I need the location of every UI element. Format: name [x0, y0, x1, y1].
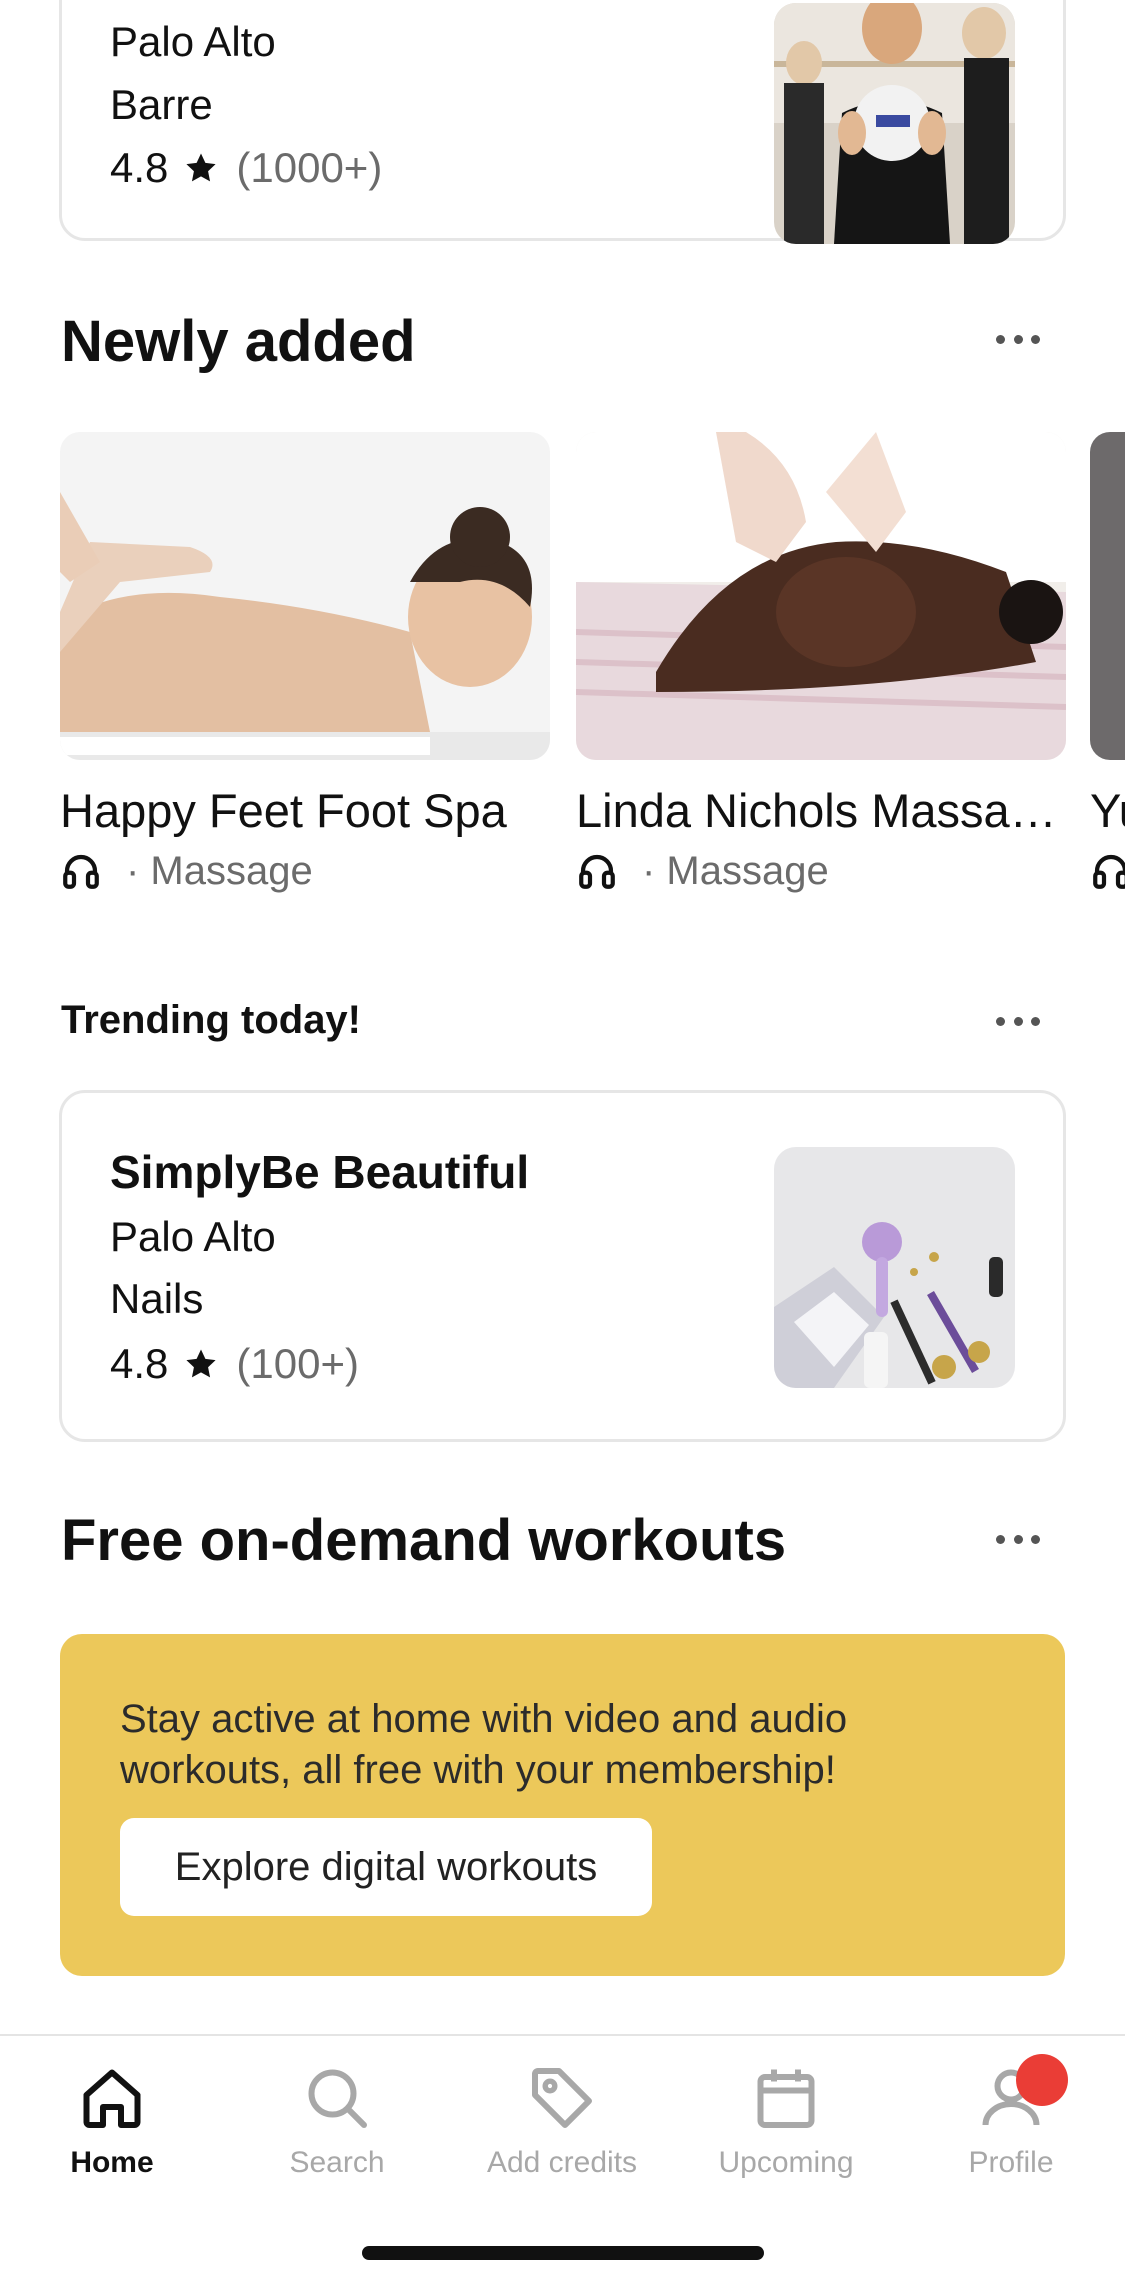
studio-photo-barre — [774, 3, 1015, 244]
studio-photo-massage — [576, 432, 1066, 760]
studio-photo-nails — [774, 1147, 1015, 1388]
headphones-icon — [579, 854, 615, 889]
headphones-icon — [63, 854, 99, 889]
studio-tile[interactable]: Happy Feet Foot Spa · Massage — [60, 432, 550, 891]
studio-tile[interactable]: Yu — [1090, 432, 1125, 889]
studio-name: Linda Nichols Massa… — [576, 784, 1057, 837]
studio-meta: · Massage — [60, 850, 313, 892]
tab-upcoming[interactable]: Upcoming — [686, 2062, 886, 2180]
newly-added-carousel[interactable]: Happy Feet Foot Spa · Massage Linda Nich… — [0, 432, 1125, 912]
home-indicator — [362, 2246, 764, 2260]
star-icon — [186, 153, 216, 182]
star-icon — [186, 1349, 216, 1378]
calendar-icon — [757, 2069, 815, 2128]
card-location: Palo Alto — [110, 18, 276, 65]
card-location: Palo Alto — [110, 1213, 276, 1260]
tab-home[interactable]: Home — [12, 2062, 212, 2180]
headphones-icon — [1093, 854, 1125, 889]
card-name: SimplyBe Beautiful — [110, 1146, 530, 1198]
more-icon[interactable] — [996, 1015, 1040, 1027]
card-rating: 4.8 (100+) — [110, 1340, 359, 1387]
studio-photo-foot-spa — [60, 432, 550, 760]
studio-meta — [1090, 850, 1125, 892]
studio-name: Happy Feet Foot Spa — [60, 784, 507, 837]
digital-workouts-promo: Stay active at home with video and audio… — [60, 1634, 1065, 1976]
notification-badge — [1016, 2054, 1068, 2106]
studio-tile[interactable]: Linda Nichols Massa… · Massage — [576, 432, 1066, 891]
promo-text: Stay active at home with video and audio… — [120, 1697, 848, 1792]
section-title-newly-added: Newly added — [61, 309, 416, 374]
more-icon[interactable] — [996, 333, 1040, 345]
tab-add-credits[interactable]: Add credits — [462, 2062, 662, 2180]
studio-card-trending[interactable]: SimplyBe Beautiful Palo Alto Nails 4.8 (… — [59, 1090, 1066, 1442]
section-title-workouts: Free on-demand workouts — [61, 1508, 787, 1573]
studio-name: Yu — [1090, 784, 1125, 837]
card-category: Nails — [110, 1275, 204, 1322]
tag-icon — [532, 2068, 592, 2128]
explore-digital-workouts-button[interactable]: Explore digital workouts — [120, 1818, 652, 1916]
card-rating: 4.8 (1000+) — [110, 144, 383, 191]
card-category: Barre — [110, 81, 213, 128]
studio-meta: · Massage — [576, 850, 829, 892]
section-title-trending: Trending today! — [61, 998, 361, 1042]
search-icon — [308, 2069, 367, 2128]
tab-profile[interactable]: Profile — [911, 2062, 1111, 2180]
tab-search[interactable]: Search — [237, 2062, 437, 2180]
studio-card-top[interactable]: Palo Alto Barre 4.8 (1000+) — [59, 0, 1066, 244]
home-icon — [83, 2069, 141, 2128]
studio-photo-partial — [1090, 432, 1125, 760]
more-icon[interactable] — [996, 1533, 1040, 1545]
